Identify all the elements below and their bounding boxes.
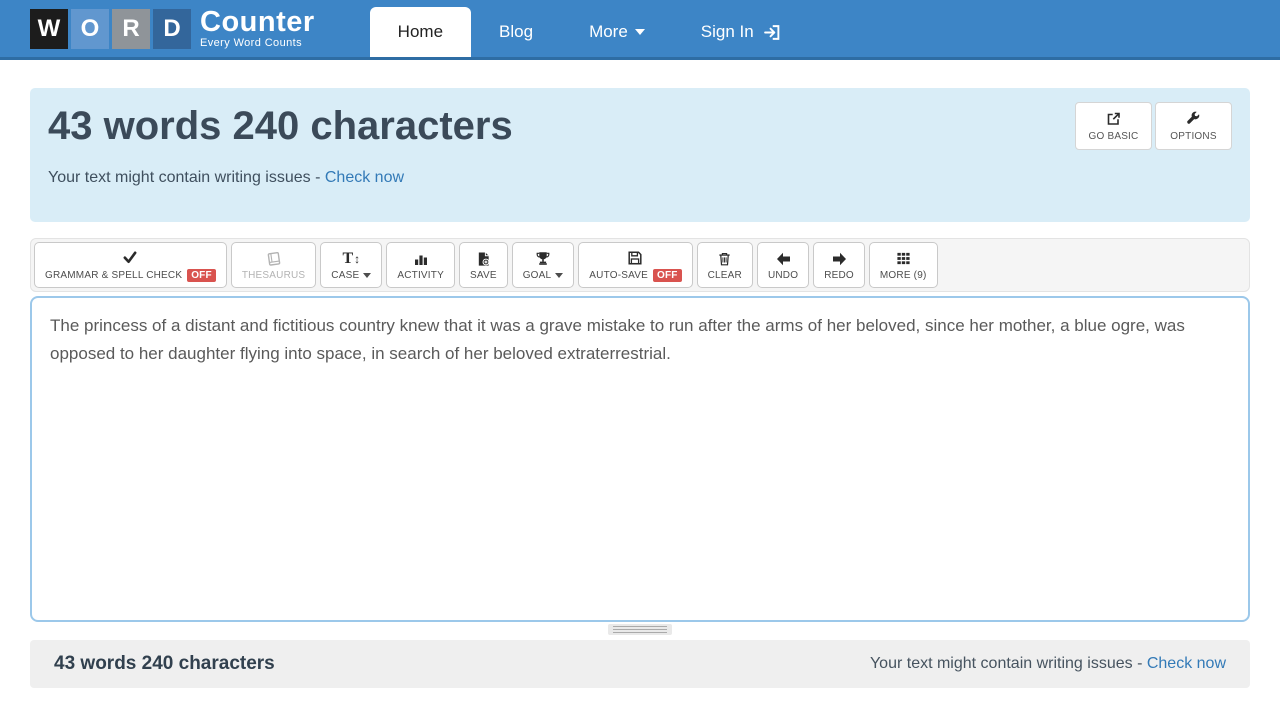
toolbar-button-clear[interactable]: CLEAR [696, 242, 753, 288]
footer-stats-bar: 43 words 240 characters Your text might … [30, 640, 1250, 688]
logo-letter: O [71, 8, 109, 49]
trash-icon [717, 250, 732, 267]
writing-issues-notice: Your text might contain writing issues -… [48, 169, 1232, 187]
button-label: GO BASIC [1088, 130, 1139, 142]
check-icon [121, 249, 139, 266]
chevron-down-icon [555, 273, 564, 278]
toolbar-button-case[interactable]: T ↕ CASE [320, 242, 383, 288]
off-status-badge: OFF [187, 269, 216, 282]
logo-wordmark: Counter Every Word Counts [200, 8, 315, 49]
notice-text: Your text might contain writing issues - [48, 169, 321, 186]
footer-word-count: 43 words 240 characters [54, 653, 275, 674]
footer-check-now-link[interactable]: Check now [1147, 655, 1226, 672]
button-label-row: AUTO-SAVE OFF [589, 269, 682, 282]
toolbar-button-save[interactable]: SAVE [458, 242, 508, 288]
arrow-left-icon [775, 250, 792, 267]
footer-notice-text: Your text might contain writing issues - [869, 655, 1143, 672]
save-file-icon [476, 250, 491, 267]
header-actions: GO BASIC OPTIONS [1075, 102, 1232, 150]
grid-icon [895, 250, 912, 267]
case-icon: T ↕ [342, 249, 361, 267]
check-now-link[interactable]: Check now [325, 169, 404, 186]
button-label: REDO [824, 270, 854, 281]
bar-chart-icon [413, 250, 429, 267]
logo-letter: D [153, 8, 191, 49]
editor-area: The princess of a distant and fictitious… [30, 296, 1250, 635]
button-label-row: GOAL [523, 270, 564, 281]
trophy-icon [535, 250, 551, 267]
button-label-row: CLEAR [708, 270, 742, 281]
toolbar-button-auto-save[interactable]: AUTO-SAVE OFF [578, 242, 693, 288]
nav-item-home[interactable]: Home [369, 7, 472, 57]
logo-letters: WORD [30, 8, 191, 49]
nav-item-sign-in[interactable]: Sign In [673, 7, 809, 57]
button-label: CLEAR [707, 270, 742, 281]
toolbar-button-goal[interactable]: GOAL [511, 242, 575, 288]
toolbar-button-thesaurus: THESAURUS [230, 242, 317, 288]
button-label-row: THESAURUS [242, 270, 305, 281]
nav-menu: Home Blog More Sign In [369, 0, 809, 57]
button-label: OPTIONS [1170, 130, 1217, 142]
go-basic-button[interactable]: GO BASIC [1075, 102, 1152, 150]
external-link-icon [1105, 111, 1122, 127]
nav-item-label: Home [397, 22, 444, 41]
button-label: SAVE [469, 270, 497, 281]
button-label: THESAURUS [241, 270, 306, 281]
footer-writing-issues-notice: Your text might contain writing issues -… [870, 655, 1226, 673]
button-label-row: CASE [331, 270, 372, 281]
arrow-right-icon [831, 250, 848, 267]
button-label: ACTIVITY [397, 270, 444, 281]
button-label-row: REDO [824, 270, 854, 281]
toolbar-button-redo[interactable]: REDO [813, 242, 865, 288]
editor-toolbar: GRAMMAR & SPELL CHECK OFF THESAURUS T ↕ CASE A… [30, 238, 1250, 292]
word-count-heading: 43 words 240 characters [48, 104, 513, 148]
nav-item-label: Sign In [700, 22, 754, 41]
logo-tagline: Every Word Counts [200, 37, 302, 49]
button-label-row: SAVE [470, 270, 497, 281]
button-label-row: GRAMMAR & SPELL CHECK OFF [45, 269, 216, 282]
logo-letter: R [112, 8, 150, 49]
button-label-row: UNDO [768, 270, 798, 281]
sign-in-icon [763, 24, 781, 41]
off-status-badge: OFF [652, 269, 682, 282]
wrench-icon [1186, 111, 1201, 127]
floppy-icon [627, 249, 643, 266]
button-label: GRAMMAR & SPELL CHECK [45, 270, 183, 281]
toolbar-button-activity[interactable]: ACTIVITY [386, 242, 455, 288]
wordcounter-logo[interactable]: WORD Counter Every Word Counts [30, 0, 315, 57]
toolbar-button-more-9[interactable]: MORE (9) [868, 242, 938, 288]
nav-item-blog[interactable]: Blog [471, 7, 561, 57]
top-navbar: WORD Counter Every Word Counts Home Blog M… [0, 0, 1280, 60]
button-label-row: ACTIVITY [397, 270, 444, 281]
button-label: AUTO-SAVE [589, 270, 648, 281]
button-label: CASE [331, 270, 360, 281]
nav-item-label: Blog [499, 22, 534, 41]
text-editor-textarea[interactable]: The princess of a distant and fictitious… [30, 296, 1250, 622]
book-icon [266, 250, 282, 267]
button-label-row: MORE (9) [880, 270, 927, 281]
button-label: MORE (9) [879, 270, 927, 281]
chevron-down-icon [363, 273, 372, 278]
stats-header-panel: 43 words 240 characters Your text might … [30, 88, 1250, 222]
logo-name: Counter [200, 6, 315, 38]
nav-item-label: More [589, 22, 628, 41]
options-button[interactable]: OPTIONS [1155, 102, 1232, 150]
button-label: GOAL [522, 270, 552, 281]
button-label: UNDO [767, 270, 799, 281]
toolbar-button-undo[interactable]: UNDO [756, 242, 810, 288]
resize-handle[interactable] [608, 624, 672, 635]
chevron-down-icon [634, 29, 645, 35]
nav-item-more[interactable]: More [561, 7, 673, 57]
logo-letter: W [30, 8, 68, 49]
toolbar-button-grammar-spell-check[interactable]: GRAMMAR & SPELL CHECK OFF [34, 242, 227, 288]
